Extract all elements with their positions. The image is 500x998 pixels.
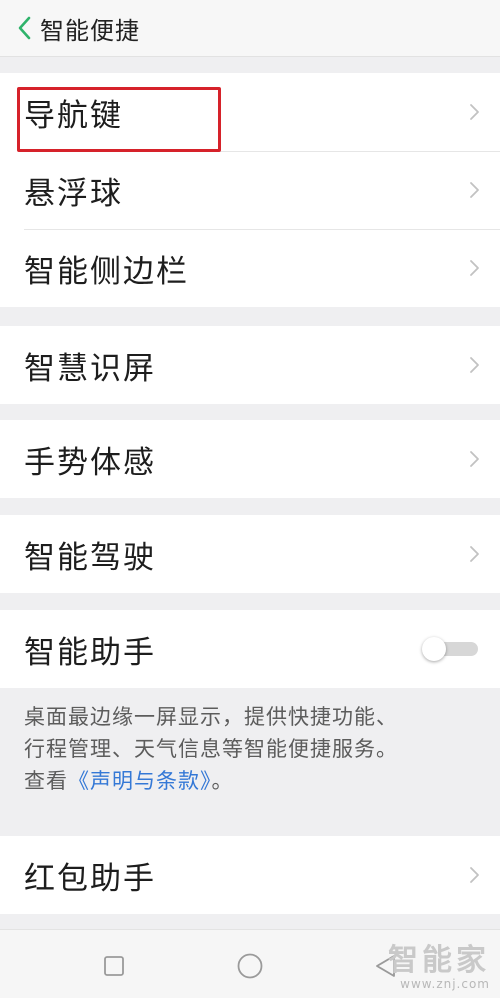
terms-link[interactable]: 《声明与条款》 [68,769,212,793]
description-line: 查看《声明与条款》。 [24,765,484,797]
assistant-description: 桌面最边缘一屏显示，提供快捷功能、 行程管理、天气信息等智能便捷服务。 查看《声… [24,701,484,797]
chevron-right-icon [470,451,479,467]
chevron-right-icon [470,357,479,373]
watermark: 智能家 www.znj.com [388,935,490,991]
home-button[interactable] [232,948,268,984]
watermark-url: www.znj.com [400,977,490,991]
circle-icon [237,953,263,979]
back-button[interactable] [10,8,38,48]
row-gesture-motion[interactable]: 手势体感 [0,420,500,498]
smart-assistant-toggle[interactable] [422,637,478,661]
chevron-right-icon [470,104,479,120]
description-line: 行程管理、天气信息等智能便捷服务。 [24,737,398,761]
description-line: 桌面最边缘一屏显示，提供快捷功能、 [24,705,398,729]
settings-group-assistant: 智能助手 [0,610,500,688]
row-label: 手势体感 [24,444,156,481]
row-smart-driving[interactable]: 智能驾驶 [0,515,500,593]
settings-group-driving: 智能驾驶 [0,515,500,593]
settings-group-screen-recognition: 智慧识屏 [0,326,500,404]
chevron-right-icon [470,182,479,198]
row-label: 导航键 [24,97,123,134]
row-label: 智能驾驶 [24,539,156,576]
watermark-logo: 智能家 [388,943,490,978]
title-bar: 智能便捷 [0,0,500,57]
row-label: 智能侧边栏 [24,253,189,290]
settings-group-red-packet: 红包助手 [0,836,500,914]
square-icon [104,956,124,976]
chevron-right-icon [470,546,479,562]
row-floating-ball[interactable]: 悬浮球 [0,151,500,229]
row-smart-screen-recognition[interactable]: 智慧识屏 [0,326,500,404]
page-title: 智能便捷 [40,16,140,45]
recent-apps-button[interactable] [96,948,132,984]
row-smart-assistant: 智能助手 [0,610,500,688]
toggle-knob [422,637,446,661]
description-text: 。 [211,769,234,793]
row-label: 红包助手 [24,860,156,897]
row-navigation-keys[interactable]: 导航键 [0,73,500,151]
row-label: 智能助手 [24,634,156,671]
settings-group-gestures: 手势体感 [0,420,500,498]
settings-group-navigation: 导航键 悬浮球 智能侧边栏 [0,73,500,307]
row-label: 悬浮球 [24,175,123,212]
row-smart-sidebar[interactable]: 智能侧边栏 [0,229,500,307]
row-label: 智慧识屏 [24,350,156,387]
row-red-packet-assistant[interactable]: 红包助手 [0,836,500,914]
chevron-right-icon [470,260,479,276]
chevron-left-icon [18,16,31,40]
description-text: 查看 [24,769,68,793]
chevron-right-icon [470,867,479,883]
